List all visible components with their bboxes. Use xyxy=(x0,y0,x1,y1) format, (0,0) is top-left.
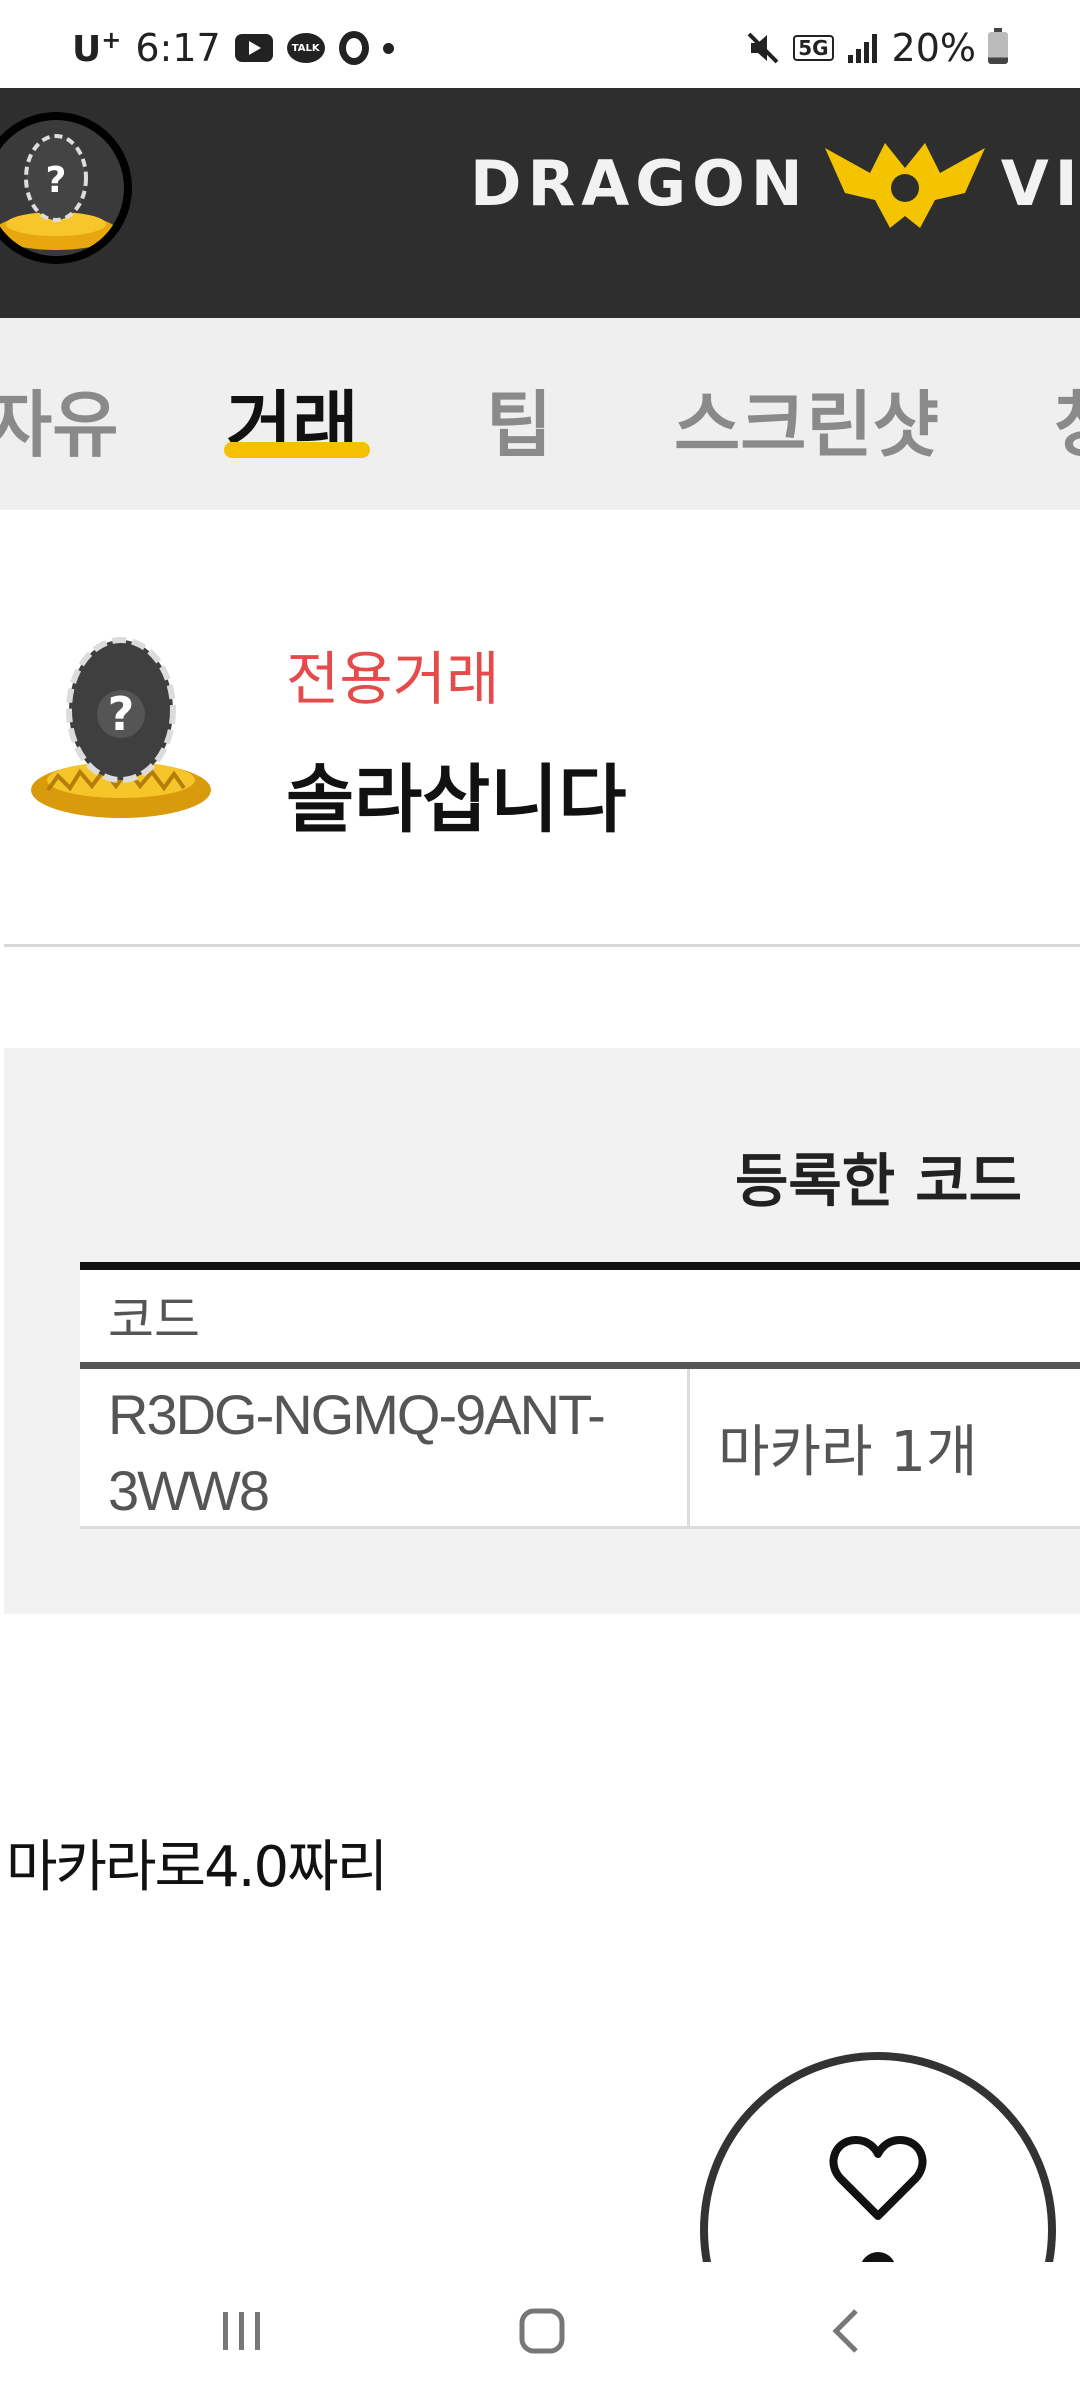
like-area xyxy=(0,0,1080,2262)
recents-button[interactable] xyxy=(202,2296,282,2366)
back-icon xyxy=(832,2309,858,2353)
home-button[interactable] xyxy=(502,2296,582,2366)
system-nav-bar xyxy=(0,2262,1080,2400)
recents-icon xyxy=(223,2312,260,2350)
home-icon xyxy=(519,2308,565,2354)
back-button[interactable] xyxy=(806,2296,886,2366)
heart-icon xyxy=(829,2136,927,2220)
